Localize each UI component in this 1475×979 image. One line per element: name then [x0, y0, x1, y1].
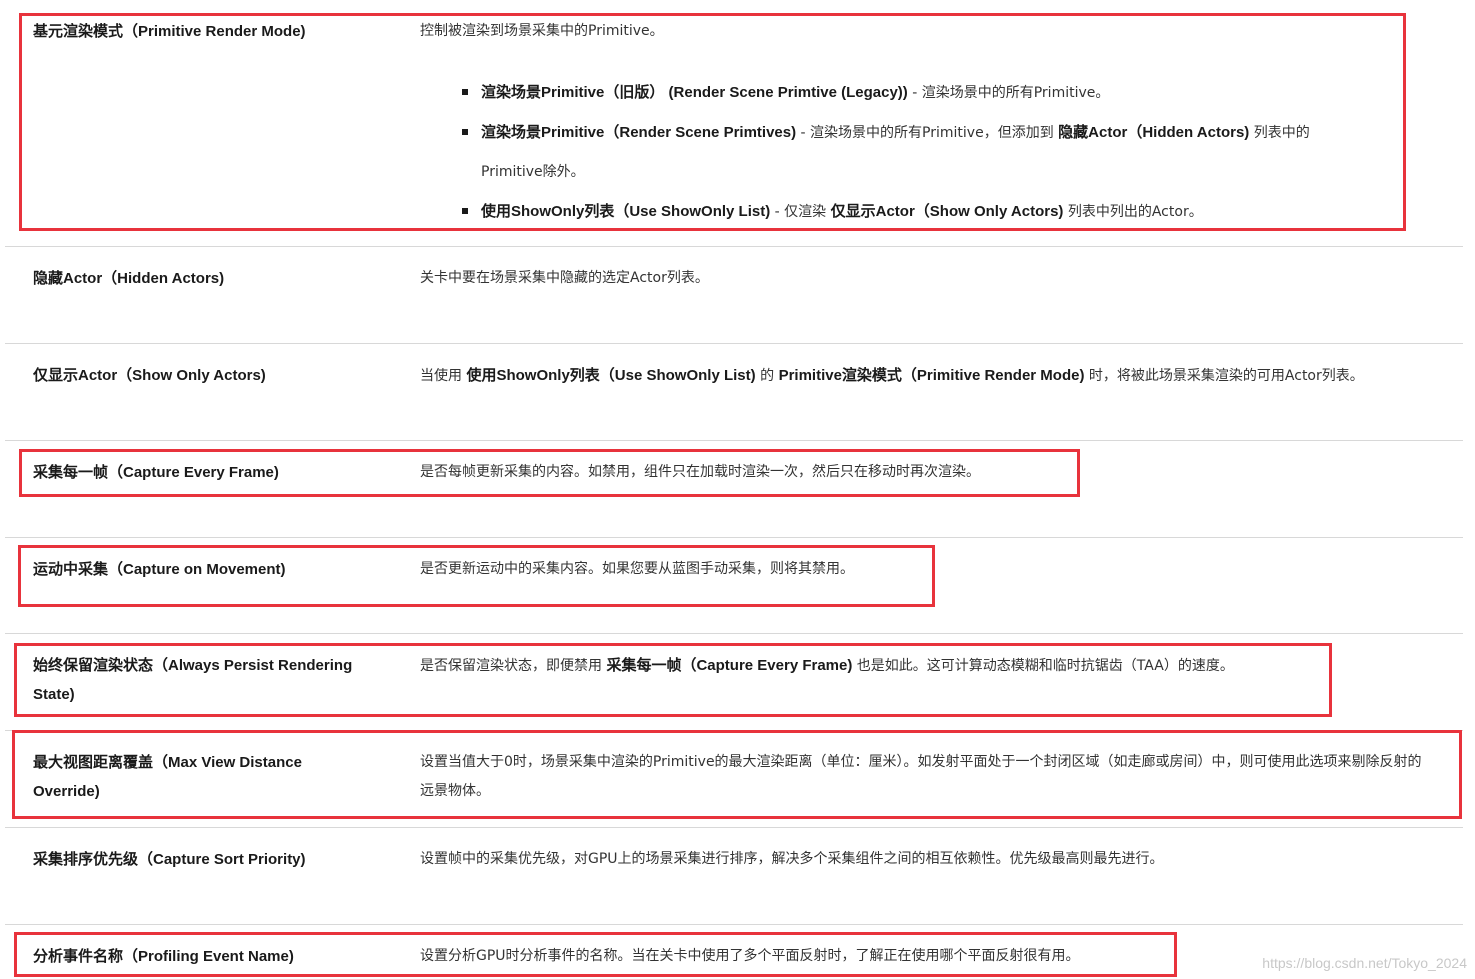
- desc-ref: 使用ShowOnly列表（Use ShowOnly List): [466, 367, 756, 384]
- row-divider: [5, 730, 1463, 731]
- property-name-hidden-actors: 隐藏Actor（Hidden Actors): [33, 270, 225, 287]
- property-name-primitive-render-mode: 基元渲染模式（Primitive Render Mode): [33, 23, 306, 40]
- list-item: 渲染场景Primitive（旧版） (Render Scene Primtive…: [462, 73, 1392, 113]
- option-ref: 隐藏Actor（Hidden Actors): [1058, 124, 1250, 141]
- render-mode-options-list: 渲染场景Primitive（旧版） (Render Scene Primtive…: [462, 73, 1392, 232]
- desc-ref: Primitive渲染模式（Primitive Render Mode): [778, 367, 1085, 384]
- row-divider: [5, 440, 1463, 441]
- property-name-show-only-actors: 仅显示Actor（Show Only Actors): [33, 367, 266, 384]
- list-item: 使用ShowOnly列表（Use ShowOnly List) - 仅渲染 仅显…: [462, 192, 1392, 232]
- bullet-icon: [462, 129, 468, 135]
- desc-ref: 采集每一帧（Capture Every Frame): [606, 657, 853, 674]
- watermark: https://blog.csdn.net/Tokyo_2024: [1262, 955, 1467, 971]
- bullet-icon: [462, 208, 468, 214]
- row-divider: [5, 537, 1463, 538]
- desc-text: 是否保留渲染状态，即便禁用: [420, 658, 607, 674]
- option-desc: 列表中列出的Actor。: [1063, 204, 1203, 220]
- property-desc-always-persist-rendering-state: 是否保留渲染状态，即便禁用 采集每一帧（Capture Every Frame)…: [420, 651, 1435, 681]
- option-ref: 仅显示Actor（Show Only Actors): [830, 203, 1064, 220]
- row-divider: [5, 633, 1463, 634]
- property-desc-hidden-actors: 关卡中要在场景采集中隐藏的选定Actor列表。: [420, 270, 709, 286]
- property-name-capture-on-movement: 运动中采集（Capture on Movement): [33, 561, 286, 578]
- desc-text: 的: [755, 368, 779, 384]
- option-name: 渲染场景Primitive（旧版） (Render Scene Primtive…: [481, 84, 908, 101]
- list-item: 渲染场景Primitive（Render Scene Primtives) - …: [462, 113, 1392, 192]
- property-desc-max-view-distance-override: 设置当值大于0时，场景采集中渲染的Primitive的最大渲染距离（单位：厘米）…: [420, 754, 1422, 799]
- property-name-capture-every-frame: 采集每一帧（Capture Every Frame): [33, 464, 279, 481]
- row-divider: [5, 827, 1463, 828]
- option-name: 使用ShowOnly列表（Use ShowOnly List): [481, 203, 771, 220]
- property-name-profiling-event-name: 分析事件名称（Profiling Event Name): [33, 948, 294, 965]
- property-desc-primitive-render-mode: 控制被渲染到场景采集中的Primitive。: [420, 23, 664, 39]
- option-desc: - 仅渲染: [770, 204, 831, 220]
- property-desc-capture-sort-priority: 设置帧中的采集优先级，对GPU上的场景采集进行排序，解决多个采集组件之间的相互依…: [420, 851, 1164, 867]
- desc-text: 时，将被此场景采集渲染的可用Actor列表。: [1084, 368, 1364, 384]
- row-divider: [5, 343, 1463, 344]
- property-desc-capture-every-frame: 是否每帧更新采集的内容。如禁用，组件只在加载时渲染一次，然后只在移动时再次渲染。: [420, 464, 980, 480]
- option-desc: - 渲染场景中的所有Primitive。: [907, 85, 1110, 101]
- option-desc: - 渲染场景中的所有Primitive，但添加到: [796, 125, 1059, 141]
- desc-text: 也是如此。这可计算动态模糊和临时抗锯齿（TAA）的速度。: [852, 658, 1234, 674]
- bullet-icon: [462, 89, 468, 95]
- property-desc-capture-on-movement: 是否更新运动中的采集内容。如果您要从蓝图手动采集，则将其禁用。: [420, 561, 854, 577]
- option-desc: Primitive除外。: [481, 164, 585, 180]
- property-desc-show-only-actors: 当使用 使用ShowOnly列表（Use ShowOnly List) 的 Pr…: [420, 361, 1435, 391]
- option-name: 渲染场景Primitive（Render Scene Primtives): [481, 124, 797, 141]
- option-desc: 列表中的: [1249, 125, 1310, 141]
- desc-text: 当使用: [420, 368, 467, 384]
- row-divider: [5, 246, 1463, 247]
- property-name-always-persist-rendering-state: 始终保留渲染状态（Always Persist Rendering State): [33, 657, 353, 703]
- property-name-capture-sort-priority: 采集排序优先级（Capture Sort Priority): [33, 851, 306, 868]
- property-name-max-view-distance-override: 最大视图距离覆盖（Max View Distance Override): [33, 754, 302, 800]
- row-divider: [5, 924, 1463, 925]
